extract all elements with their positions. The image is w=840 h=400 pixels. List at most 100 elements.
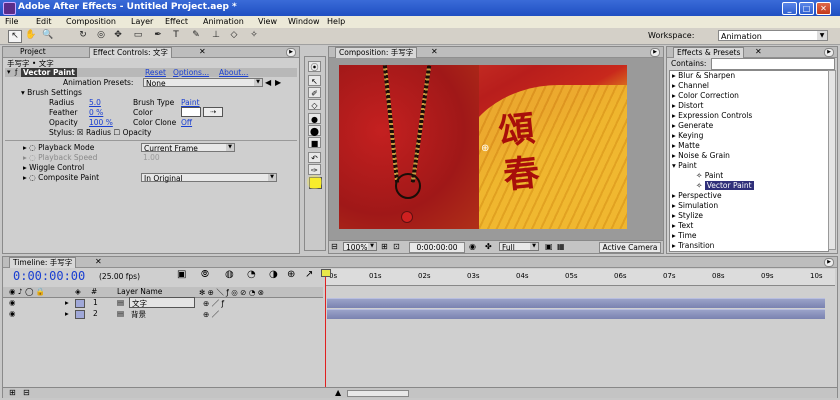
effects-search-input[interactable] [711,58,835,70]
safe-zones-icon[interactable]: ⊞ [381,242,388,251]
menu-window[interactable]: Window [288,17,320,26]
effects-category[interactable]: ▸ Perspective [672,191,722,200]
effects-category[interactable]: ▸ Color Correction [672,91,739,100]
pencil-icon[interactable]: ✐ [308,87,321,98]
playhead[interactable] [325,269,326,387]
minimize-button[interactable]: _ [782,2,797,15]
layer-name[interactable]: 背景 [131,309,146,320]
opacity-value[interactable]: 100 % [89,118,113,127]
tab-close-icon[interactable]: ✕ [199,47,206,56]
tab-effect-controls[interactable]: Effect Controls: 文字 [89,47,172,58]
camera-dropdown[interactable]: Active Camera [599,242,661,253]
effects-category[interactable]: ▸ Matte [672,141,700,150]
transparency-grid-icon[interactable]: ▦ [557,242,565,251]
effect-item-paint[interactable]: ✧ Paint [696,171,723,180]
layer-row-1[interactable]: ◉ ▸ 1 ▤ 文字 ⊕ ／ ƒ [3,297,323,309]
effects-category[interactable]: ▸ Noise & Grain [672,151,730,160]
label-color-swatch[interactable] [75,299,85,308]
maximize-button[interactable]: □ [799,2,814,15]
stylus-opacity-checkbox[interactable]: ☐ [113,128,120,137]
tab-composition[interactable]: Composition: 手写字 [335,47,418,58]
effects-category[interactable]: ▸ Generate [672,121,713,130]
about-link[interactable]: About... [219,68,248,77]
toggle-switches-icon[interactable]: ⊞ [9,388,16,397]
label-color-swatch[interactable] [75,310,85,319]
menu-composition[interactable]: Composition [66,17,116,26]
presets-dropdown[interactable]: None ▼ [143,78,263,88]
resolution-dropdown[interactable]: Full ▼ [499,242,539,252]
panel-menu-icon[interactable]: ▶ [650,48,660,57]
eyedropper-tool-icon[interactable]: ✑ [308,164,321,175]
eye-icon[interactable]: ◉ [9,298,16,307]
selection-tool-icon[interactable]: ↖ [8,30,22,43]
effects-category[interactable]: ▸ Expression Controls [672,111,752,120]
tab-effects-presets[interactable]: Effects & Presets [673,47,745,58]
playhead-handle[interactable] [321,269,331,277]
eraser-icon[interactable]: ◇ [308,99,321,110]
wiggle-control-row[interactable]: ▸ Wiggle Control [23,163,84,172]
always-preview-icon[interactable]: ⊟ [331,242,338,251]
options-link[interactable]: Options... [173,68,209,77]
col-layer-name[interactable]: Layer Name [117,287,162,296]
stylus-radius-checkbox[interactable]: ☒ [77,128,84,137]
snapshot-icon[interactable]: ◉ [469,242,476,251]
eyedropper-icon[interactable]: ⇢ [203,107,223,117]
timeline-zoom-slider[interactable] [347,390,409,397]
grid-icon[interactable]: ⊡ [393,242,400,251]
mask-tool-icon[interactable]: ▭ [132,30,144,41]
circle-menu-icon[interactable]: ⦿ [308,61,321,72]
channel-icon[interactable]: ✤ [485,242,492,251]
menu-animation[interactable]: Animation [203,17,244,26]
graph-editor-icon[interactable]: ↗ [305,269,313,280]
hide-shy-layers-icon[interactable]: ◔ [247,269,256,280]
brush-square-icon[interactable]: ■ [308,137,321,148]
color-clone-value[interactable]: Off [181,118,192,127]
expand-triangle-icon[interactable]: ▸ [65,309,69,318]
layer-row-2[interactable]: ◉ ▸ 2 ▤ 背景 ⊕ ／ [3,309,323,319]
radius-value[interactable]: 5.0 [89,98,101,107]
frame-blending-icon[interactable]: ◑ [269,269,278,280]
effects-scrollbar[interactable] [828,70,836,250]
expand-triangle-icon[interactable]: ▸ [65,298,69,307]
orbit-camera-tool-icon[interactable]: ◎ [95,30,107,41]
puppet-tool-icon[interactable]: ✧ [248,30,260,41]
menu-help[interactable]: Help [327,17,345,26]
preset-prev-icon[interactable]: ◀ [265,78,271,87]
layer-duration-bar-1[interactable] [327,298,825,308]
menu-view[interactable]: View [258,17,277,26]
panel-menu-icon[interactable]: ▶ [824,48,834,57]
layer-duration-bar-2[interactable] [327,309,825,319]
comp-canvas[interactable]: 頌春 ⊕ [339,65,627,229]
zoom-dropdown[interactable]: 100% ▼ [343,242,377,252]
effects-category[interactable]: ▸ Stylize [672,211,703,220]
fx-toggle-icon[interactable]: ƒ [15,68,17,76]
menu-layer[interactable]: Layer [131,17,153,26]
effects-category[interactable]: ▸ Text [672,221,693,230]
effects-category[interactable]: ▸ Time [672,231,697,240]
clone-stamp-tool-icon[interactable]: ⊥ [210,30,222,41]
effect-item-vector-paint[interactable]: ✧ Vector Paint [696,181,754,190]
color-swatch[interactable] [181,107,201,117]
preset-next-icon[interactable]: ▶ [275,78,281,87]
hand-tool-icon[interactable]: ✋ [25,30,37,41]
effects-category[interactable]: ▸ Simulation [672,201,718,210]
tab-timeline[interactable]: Timeline: 手写字 [9,257,77,268]
tab-close-icon[interactable]: ✕ [431,47,438,56]
reset-link[interactable]: Reset [145,68,166,77]
panel-menu-icon[interactable]: ▶ [824,258,834,267]
toggle-modes-icon[interactable]: ⊟ [23,388,30,397]
zoom-tool-icon[interactable]: 🔍 [42,30,54,41]
text-tool-icon[interactable]: T [170,30,182,41]
effects-category[interactable]: ▸ Transition [672,241,714,250]
brush-small-icon[interactable]: ● [308,113,321,124]
eye-icon[interactable]: ◉ [9,309,16,318]
live-update-icon[interactable]: ⦾ [201,269,209,280]
undo-icon[interactable]: ↶ [308,152,321,163]
brush-large-icon[interactable]: ⬤ [308,125,321,136]
pan-behind-tool-icon[interactable]: ✥ [112,30,124,41]
effects-category[interactable]: ▸ Channel [672,81,709,90]
menu-edit[interactable]: Edit [36,17,52,26]
layer-switches-icon[interactable]: ⊕ ／ ƒ [203,298,224,309]
composite-dropdown[interactable]: In Original ▼ [141,173,277,183]
zoom-out-icon[interactable]: ▲ [335,388,341,397]
